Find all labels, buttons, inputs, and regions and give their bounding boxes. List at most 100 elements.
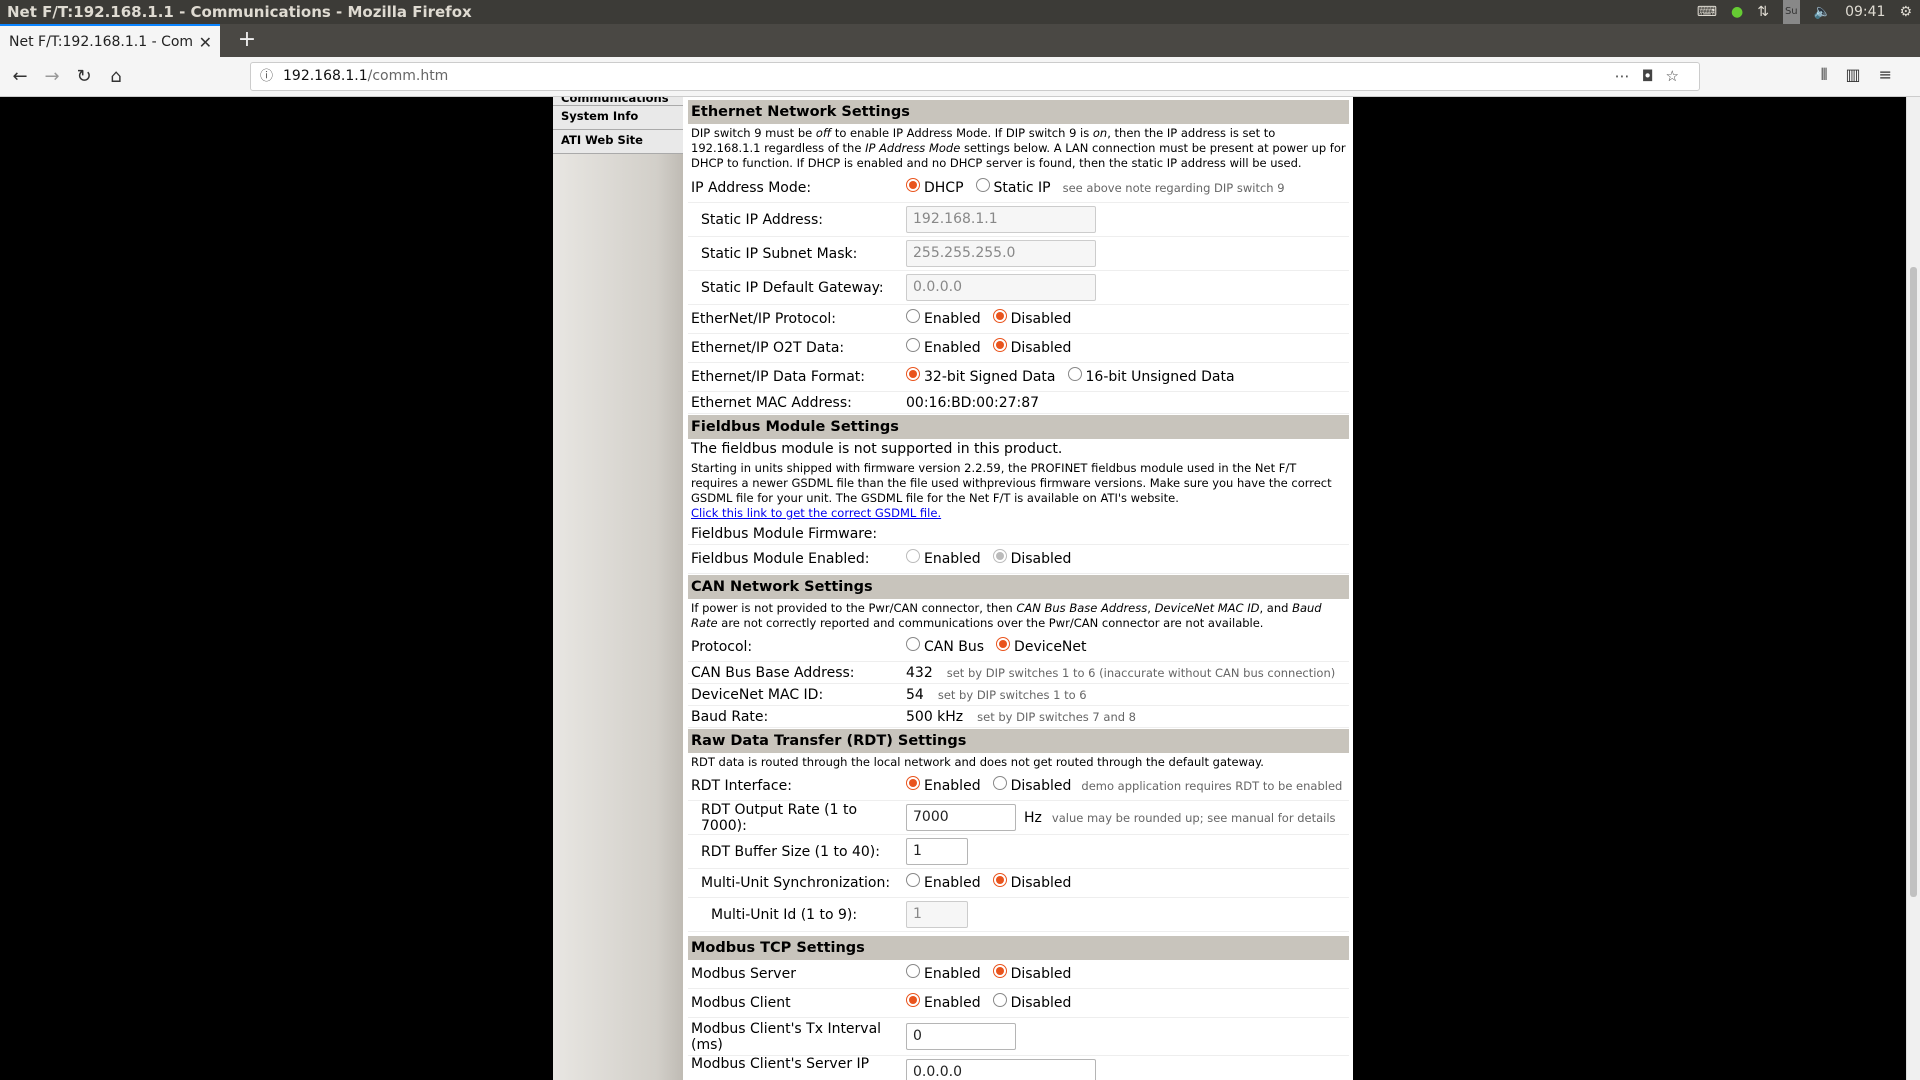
rdt-enabled-radio[interactable] [906, 776, 920, 790]
static-ip-radio[interactable] [975, 177, 990, 192]
multi-unit-id-row: Multi-Unit Id (1 to 9): 1 [688, 898, 1349, 932]
back-icon[interactable]: ← [8, 65, 32, 89]
gateway-row: Static IP Default Gateway: 0.0.0.0 [688, 271, 1349, 305]
eip-protocol-disabled-radio[interactable] [992, 309, 1007, 323]
mac-value: 00:16:BD:00:27:87 [906, 394, 1040, 411]
scrollbar-thumb[interactable] [1910, 267, 1917, 897]
keyboard-icon[interactable]: ⌨ [1697, 0, 1717, 24]
volume-icon[interactable]: 🔈 [1814, 0, 1831, 24]
devicenet-mac-value: 54 [906, 686, 924, 703]
modbus-server-disabled-radio[interactable] [992, 964, 1007, 978]
eip-protocol-enabled-radio[interactable] [906, 309, 920, 323]
fieldbus-note: Starting in units shipped with firmware … [691, 461, 1332, 520]
baud-rate-row: Baud Rate: 500 kHz set by DIP switches 7 … [688, 706, 1349, 728]
rdt-disabled-radio[interactable] [992, 776, 1007, 790]
page-viewport: Communications System Info ATI Web Site … [0, 97, 1920, 1080]
modbus-tx-row: Modbus Client's Tx Interval (ms) 0 [688, 1018, 1349, 1056]
page-scrollbar[interactable] [1906, 97, 1920, 1080]
home-icon[interactable]: ⌂ [104, 65, 128, 89]
gsdml-link[interactable]: Click this link to get the correct GSDML… [691, 506, 941, 520]
baud-rate-value: 500 kHz [906, 708, 964, 725]
nav-link-ati-web-site[interactable]: ATI Web Site [553, 130, 683, 154]
fieldbus-not-supported: The fieldbus module is not supported in … [691, 441, 1063, 457]
bookmark-star-icon[interactable]: ☆ [1666, 67, 1691, 85]
can-bus-radio[interactable] [906, 637, 920, 651]
format-32bit-radio[interactable] [906, 367, 920, 381]
dhcp-radio[interactable] [906, 177, 920, 192]
can-note: If power is not provided to the Pwr/CAN … [691, 601, 1322, 630]
ip-mode-hint: see above note regarding DIP switch 9 [1062, 180, 1285, 195]
url-bar[interactable]: ⓘ 192.168.1.1/comm.htm ⋯◘☆ [250, 62, 1700, 91]
network-icon[interactable]: ⇅ [1757, 0, 1769, 24]
static-ip-row: Static IP Address: 192.168.1.1 [688, 203, 1349, 237]
nav-link-communications[interactable]: Communications [553, 97, 683, 106]
page-body: Communications System Info ATI Web Site … [553, 97, 1353, 1080]
rdt-buffer-input[interactable]: 1 [906, 838, 968, 865]
modbus-section-header: Modbus TCP Settings [688, 936, 1349, 960]
tab-bar: Net F/T:192.168.1.1 - Comm ✕ + [0, 24, 1920, 57]
rdt-rate-input[interactable]: 7000 [906, 804, 1016, 831]
rdt-rate-row: RDT Output Rate (1 to 7000): 7000 Hz value… [688, 801, 1349, 835]
forward-icon[interactable]: → [40, 65, 64, 89]
eip-format-row: Ethernet/IP Data Format: 32-bit Signed D… [688, 363, 1349, 392]
modbus-server-ip-input[interactable]: 0.0.0.0 [906, 1059, 1096, 1080]
gateway-input[interactable]: 0.0.0.0 [906, 274, 1096, 301]
can-base-value: 432 [906, 664, 933, 681]
left-nav: Communications System Info ATI Web Site [553, 97, 683, 1080]
close-tab-icon[interactable]: ✕ [199, 26, 212, 59]
multi-unit-id-input[interactable]: 1 [906, 901, 968, 928]
eip-o2t-enabled-radio[interactable] [906, 338, 920, 352]
modbus-server-enabled-radio[interactable] [906, 964, 920, 978]
settings-gear-icon[interactable]: ⚙ [1899, 0, 1912, 24]
fieldbus-firmware-row: Fieldbus Module Firmware: [688, 523, 1349, 545]
ethernet-section-header: Ethernet Network Settings [688, 100, 1349, 124]
url-path: /comm.htm [367, 68, 449, 84]
rdt-interface-row: RDT Interface: Enabled Disabled demo appli… [688, 772, 1349, 801]
fieldbus-enabled-row: Fieldbus Module Enabled: Enabled Disabled [688, 545, 1349, 574]
new-tab-button[interactable]: + [232, 24, 262, 57]
rdt-buffer-row: RDT Buffer Size (1 to 40): 1 [688, 835, 1349, 869]
library-icon[interactable]: ⫴ [1821, 65, 1846, 84]
subnet-row: Static IP Subnet Mask: 255.255.255.0 [688, 237, 1349, 271]
ip-mode-row: IP Address Mode: DHCP Static IP see above … [688, 173, 1349, 203]
modbus-server-ip-row: Modbus Client's Server IP 0.0.0.0 [688, 1056, 1349, 1080]
eip-o2t-disabled-radio[interactable] [992, 338, 1007, 352]
tab-title: Net F/T:192.168.1.1 - Comm [9, 34, 194, 50]
page-actions-icon[interactable]: ⋯ [1615, 67, 1642, 85]
fieldbus-enabled-radio[interactable] [906, 549, 920, 563]
url-host: 192.168.1.1 [283, 68, 368, 84]
modbus-client-disabled-radio[interactable] [992, 993, 1007, 1007]
rdt-section-header: Raw Data Transfer (RDT) Settings [688, 729, 1349, 753]
pocket-icon[interactable]: ◘ [1642, 67, 1666, 85]
modbus-client-enabled-radio[interactable] [906, 993, 920, 1007]
site-info-icon[interactable]: ⓘ [260, 63, 273, 90]
system-tray: ⌨ ● ⇅ Su 🔈 09:41 ⚙ [1697, 0, 1920, 24]
sync-disabled-radio[interactable] [992, 873, 1007, 887]
can-section-header: CAN Network Settings [688, 575, 1349, 599]
eip-o2t-row: Ethernet/IP O2T Data: Enabled Disabled [688, 334, 1349, 363]
modbus-tx-input[interactable]: 0 [906, 1023, 1016, 1050]
ip-mode-label: IP Address Mode: [691, 179, 812, 196]
sync-enabled-radio[interactable] [906, 873, 920, 887]
devicenet-radio[interactable] [996, 637, 1011, 651]
clock[interactable]: 09:41 [1845, 0, 1885, 24]
fieldbus-disabled-radio[interactable] [992, 549, 1007, 563]
static-ip-input[interactable]: 192.168.1.1 [906, 206, 1096, 233]
fieldbus-section-header: Fieldbus Module Settings [688, 415, 1349, 439]
settings-content: Ethernet Network Settings DIP switch 9 m… [688, 97, 1349, 1080]
update-icon[interactable]: ● [1731, 0, 1743, 24]
browser-tab[interactable]: Net F/T:192.168.1.1 - Comm ✕ [0, 24, 220, 57]
subnet-input[interactable]: 255.255.255.0 [906, 240, 1096, 267]
mac-row: Ethernet MAC Address: 00:16:BD:00:27:87 [688, 392, 1349, 414]
can-protocol-row: Protocol: CAN Bus DeviceNet [688, 633, 1349, 662]
modbus-client-row: Modbus Client Enabled Disabled [688, 989, 1349, 1018]
nav-toolbar: ← → ↻ ⌂ ⓘ 192.168.1.1/comm.htm ⋯◘☆ ⫴▥≡ [0, 57, 1920, 97]
format-16bit-radio[interactable] [1067, 367, 1082, 381]
nav-link-system-info[interactable]: System Info [553, 106, 683, 130]
multi-unit-sync-row: Multi-Unit Synchronization: Enabled Disab… [688, 869, 1349, 898]
input-method-icon[interactable]: Su [1782, 0, 1800, 24]
reload-icon[interactable]: ↻ [72, 65, 96, 89]
ethernet-note: DIP switch 9 must be off to enable IP Ad… [691, 126, 1346, 170]
sidebar-toggle-icon[interactable]: ▥ [1845, 65, 1878, 84]
menu-icon[interactable]: ≡ [1879, 65, 1910, 84]
